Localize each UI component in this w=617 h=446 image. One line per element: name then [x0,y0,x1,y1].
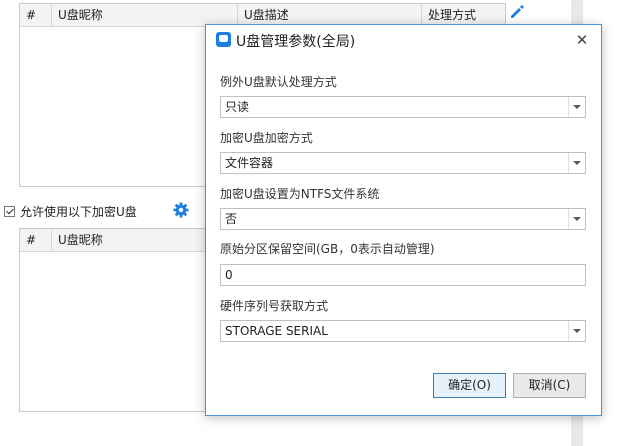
dialog-title: U盘管理参数(全局) [236,34,356,50]
column-header-index[interactable]: # [20,229,52,251]
column-header-nickname[interactable]: U盘昵称 [52,4,238,26]
ntfs-label: 加密U盘设置为NTFS文件系统 [220,187,380,201]
column-header-description[interactable]: U盘描述 [238,4,422,26]
column-header-index[interactable]: # [20,4,52,26]
serial-method-select[interactable]: STORAGE SERIAL [220,320,586,342]
serial-method-value: STORAGE SERIAL [225,324,328,338]
reserved-space-label: 原始分区保留空间(GB，0表示自动管理) [220,242,435,256]
chevron-down-icon[interactable] [568,97,585,117]
ok-button[interactable]: 确定(O) [433,373,506,398]
default-handling-label: 例外U盘默认处理方式 [220,75,337,89]
allow-encrypted-usb-label: 允许使用以下加密U盘 [20,204,137,219]
ntfs-value: 否 [225,212,238,226]
pencil-icon[interactable] [508,3,526,21]
close-button[interactable]: ✕ [573,31,591,49]
chevron-down-icon[interactable] [568,209,585,229]
reserved-space-input[interactable]: 0 [220,264,586,286]
encryption-method-select[interactable]: 文件容器 [220,152,586,174]
serial-method-label: 硬件序列号获取方式 [220,299,329,313]
allow-encrypted-usb-checkbox[interactable] [4,205,15,217]
dialog-title-bar[interactable]: U盘管理参数(全局) ✕ [206,25,601,55]
ntfs-select[interactable]: 否 [220,208,586,230]
default-handling-value: 只读 [225,100,250,114]
app-logo-icon [216,32,231,47]
chevron-down-icon[interactable] [568,153,585,173]
column-header-handling[interactable]: 处理方式 [422,4,505,26]
chevron-down-icon[interactable] [568,321,585,341]
gear-icon[interactable] [172,201,190,219]
allow-encrypted-usb-checkbox-row[interactable]: 允许使用以下加密U盘 [4,202,137,220]
encryption-method-label: 加密U盘加密方式 [220,131,313,145]
cancel-button[interactable]: 取消(C) [513,373,586,398]
default-handling-select[interactable]: 只读 [220,96,586,118]
encryption-method-value: 文件容器 [225,156,274,170]
usb-settings-dialog: U盘管理参数(全局) ✕ 例外U盘默认处理方式 只读 加密U盘加密方式 文件容器… [205,24,602,416]
